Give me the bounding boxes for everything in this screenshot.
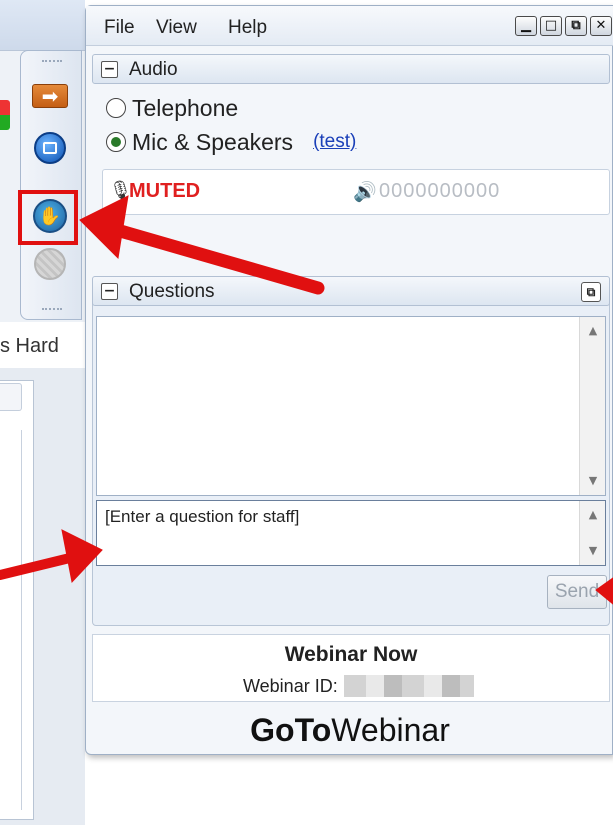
scroll-down-icon[interactable]: ▼ bbox=[580, 541, 606, 561]
audio-section-title: Audio bbox=[129, 59, 178, 80]
audio-test-link[interactable]: (test) bbox=[313, 131, 356, 153]
logo-webinar: Webinar bbox=[331, 712, 450, 748]
questions-section-header: − Questions ⧉ bbox=[92, 276, 610, 306]
menu-file[interactable]: File bbox=[104, 17, 135, 39]
grab-tab-grip-bottom[interactable] bbox=[42, 308, 62, 314]
questions-popout-button[interactable]: ⧉ bbox=[581, 282, 601, 302]
audio-section-header: − Audio bbox=[92, 54, 610, 84]
telephone-radio[interactable] bbox=[106, 98, 126, 118]
arrow-right-icon: ➡ bbox=[32, 84, 68, 108]
speaker-icon: 🔊 bbox=[353, 181, 377, 203]
close-button[interactable]: ✕ bbox=[590, 16, 612, 36]
background-document-title: s Hard bbox=[0, 335, 59, 357]
screen-share-button[interactable] bbox=[30, 128, 70, 168]
raise-hand-highlight bbox=[18, 190, 78, 245]
menu-view[interactable]: View bbox=[156, 17, 197, 39]
audio-level-meter: 0000000000 bbox=[379, 180, 501, 202]
audio-status-bar: 🎙 MUTED 🔊 0000000000 bbox=[102, 169, 610, 215]
disabled-toolbar-button[interactable] bbox=[30, 244, 70, 284]
background-app-header bbox=[0, 0, 85, 52]
disabled-icon bbox=[34, 248, 66, 280]
webinar-info: Webinar Now Webinar ID: bbox=[92, 634, 610, 702]
restore-button[interactable]: ⧉ bbox=[565, 16, 587, 36]
show-hide-panel-button[interactable]: ➡ bbox=[30, 76, 70, 116]
gotowebinar-logo: GoToWebinar bbox=[86, 712, 613, 749]
mic-speakers-option[interactable]: Mic & Speakers (test) bbox=[106, 128, 356, 156]
send-button[interactable]: Send bbox=[547, 575, 607, 609]
telephone-option[interactable]: Telephone bbox=[106, 94, 238, 122]
question-input-box[interactable]: [Enter a question for staff] ▲ ▼ bbox=[96, 500, 606, 566]
background-app-divider bbox=[0, 430, 22, 810]
question-input-scrollbar[interactable]: ▲ ▼ bbox=[579, 501, 605, 565]
webinar-id-row: Webinar ID: bbox=[243, 675, 474, 697]
questions-collapse-button[interactable]: − bbox=[101, 283, 118, 300]
mic-speakers-radio[interactable] bbox=[106, 132, 126, 152]
background-app-page-tab[interactable] bbox=[0, 383, 22, 411]
webinar-id-label: Webinar ID: bbox=[243, 675, 338, 696]
minimize-button[interactable]: ▁ bbox=[515, 16, 537, 36]
menu-help[interactable]: Help bbox=[228, 17, 267, 39]
logo-goto: GoTo bbox=[250, 712, 332, 748]
menu-bar: File View Help ▁ □ ⧉ ✕ bbox=[86, 6, 613, 46]
telephone-label: Telephone bbox=[132, 94, 239, 121]
webinar-title: Webinar Now bbox=[284, 643, 418, 666]
screen-share-icon bbox=[34, 132, 66, 164]
scroll-up-icon[interactable]: ▲ bbox=[580, 321, 606, 341]
grab-tab-grip-top[interactable] bbox=[42, 60, 62, 66]
maximize-button[interactable]: □ bbox=[540, 16, 562, 36]
questions-log[interactable]: ▲ ▼ bbox=[96, 316, 606, 496]
audio-collapse-button[interactable]: − bbox=[101, 61, 118, 78]
mic-speakers-label: Mic & Speakers bbox=[132, 128, 294, 155]
gotowebinar-control-panel: File View Help ▁ □ ⧉ ✕ − Audio Telephone… bbox=[85, 5, 613, 755]
mic-status: MUTED bbox=[129, 180, 201, 202]
background-app-marker bbox=[0, 100, 10, 130]
webinar-id-redacted bbox=[343, 675, 474, 697]
questions-log-scrollbar[interactable]: ▲ ▼ bbox=[579, 317, 605, 495]
scroll-down-icon[interactable]: ▼ bbox=[580, 471, 606, 491]
questions-section-title: Questions bbox=[129, 281, 215, 302]
scroll-up-icon[interactable]: ▲ bbox=[580, 505, 606, 525]
question-input[interactable]: [Enter a question for staff] bbox=[105, 507, 565, 557]
window-controls: ▁ □ ⧉ ✕ bbox=[515, 16, 612, 36]
